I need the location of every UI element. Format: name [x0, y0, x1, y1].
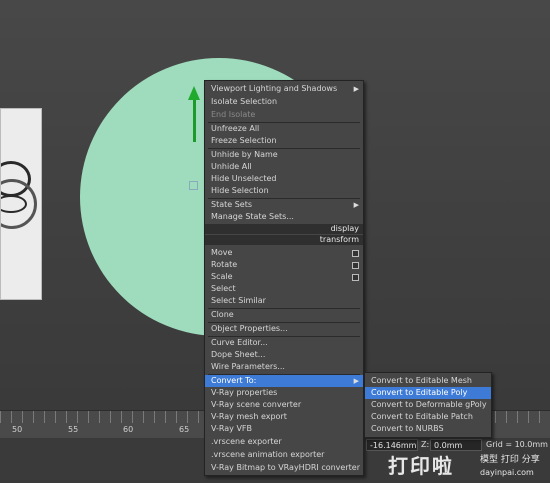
submenu-arrow-icon: ▶ [353, 85, 359, 93]
menu-item-convert-nurbs[interactable]: Convert to NURBS [365, 423, 491, 435]
menu-item-end-isolate[interactable]: End Isolate [205, 109, 363, 121]
menu-item-unfreeze-all[interactable]: Unfreeze All [205, 123, 363, 135]
settings-box-icon[interactable] [352, 274, 359, 281]
menu-item-move[interactable]: Move [205, 247, 363, 259]
settings-box-icon[interactable] [352, 250, 359, 257]
submenu-arrow-icon: ▶ [353, 377, 359, 385]
menu-item-select-similar[interactable]: Select Similar [205, 295, 363, 307]
menu-item-select[interactable]: Select [205, 283, 363, 295]
menu-item-unhide-by-name[interactable]: Unhide by Name [205, 149, 363, 161]
convert-to-submenu: Convert to Editable Mesh Convert to Edit… [364, 372, 492, 438]
menu-item-convert-editable-poly[interactable]: Convert to Editable Poly [365, 387, 491, 399]
tick-label: 65 [179, 425, 190, 434]
quad-label-transform: transform [205, 235, 363, 245]
gizmo-center-box[interactable] [189, 181, 198, 190]
watermark: 打印啦 模型 打印 分享 dayinpai.com [388, 448, 548, 482]
menu-item-rotate[interactable]: Rotate [205, 259, 363, 271]
menu-item-convert-deformable-gpoly[interactable]: Convert to Deformable gPoly [365, 399, 491, 411]
menu-item-hide-unselected[interactable]: Hide Unselected [205, 173, 363, 185]
submenu-arrow-icon: ▶ [353, 201, 359, 209]
menu-item-vrscene-animation-exporter[interactable]: .vrscene animation exporter [205, 449, 363, 461]
menu-item-curve-editor[interactable]: Curve Editor... [205, 337, 363, 349]
menu-item-convert-editable-mesh[interactable]: Convert to Editable Mesh [365, 375, 491, 387]
menu-item-manage-state-sets[interactable]: Manage State Sets... [205, 211, 363, 223]
menu-item-vrscene-exporter[interactable]: .vrscene exporter [205, 436, 363, 448]
menu-item-clone[interactable]: Clone [205, 309, 363, 321]
tick-label: 55 [68, 425, 79, 434]
reference-image [0, 108, 42, 300]
menu-item-vray-mesh-export[interactable]: V-Ray mesh export [205, 411, 363, 423]
menu-item-vray-properties[interactable]: V-Ray properties [205, 387, 363, 399]
menu-item-vray-vfb[interactable]: V-Ray VFB [205, 423, 363, 435]
quad-context-menu: Viewport Lighting and Shadows ▶ Isolate S… [204, 80, 364, 476]
move-gizmo-arrow-icon[interactable] [188, 86, 200, 100]
menu-item-hide-selection[interactable]: Hide Selection [205, 185, 363, 197]
menu-item-object-properties[interactable]: Object Properties... [205, 323, 363, 335]
menu-item-vray-bitmap-converter[interactable]: V-Ray Bitmap to VRayHDRI converter [205, 462, 363, 474]
menu-item-isolate-selection[interactable]: Isolate Selection [205, 96, 363, 108]
tick-label: 60 [123, 425, 134, 434]
menu-item-dope-sheet[interactable]: Dope Sheet... [205, 349, 363, 361]
menu-item-wire-parameters[interactable]: Wire Parameters... [205, 361, 363, 373]
menu-item-unhide-all[interactable]: Unhide All [205, 161, 363, 173]
tick-label: 50 [12, 425, 23, 434]
watermark-sub: 模型 打印 分享 [480, 455, 540, 465]
watermark-main: 打印啦 [388, 454, 454, 478]
menu-item-scale[interactable]: Scale [205, 271, 363, 283]
menu-item-state-sets[interactable]: State Sets ▶ [205, 199, 363, 211]
settings-box-icon[interactable] [352, 262, 359, 269]
move-gizmo-y-axis[interactable] [193, 98, 196, 142]
menu-item-freeze-selection[interactable]: Freeze Selection [205, 135, 363, 147]
quad-label-display: display [205, 224, 363, 234]
menu-item-convert-editable-patch[interactable]: Convert to Editable Patch [365, 411, 491, 423]
menu-item-convert-to[interactable]: Convert To: ▶ [205, 375, 363, 387]
watermark-url: dayinpai.com [480, 468, 534, 477]
menu-item-viewport-lighting[interactable]: Viewport Lighting and Shadows ▶ [205, 83, 363, 95]
menu-item-vray-scene-converter[interactable]: V-Ray scene converter [205, 399, 363, 411]
